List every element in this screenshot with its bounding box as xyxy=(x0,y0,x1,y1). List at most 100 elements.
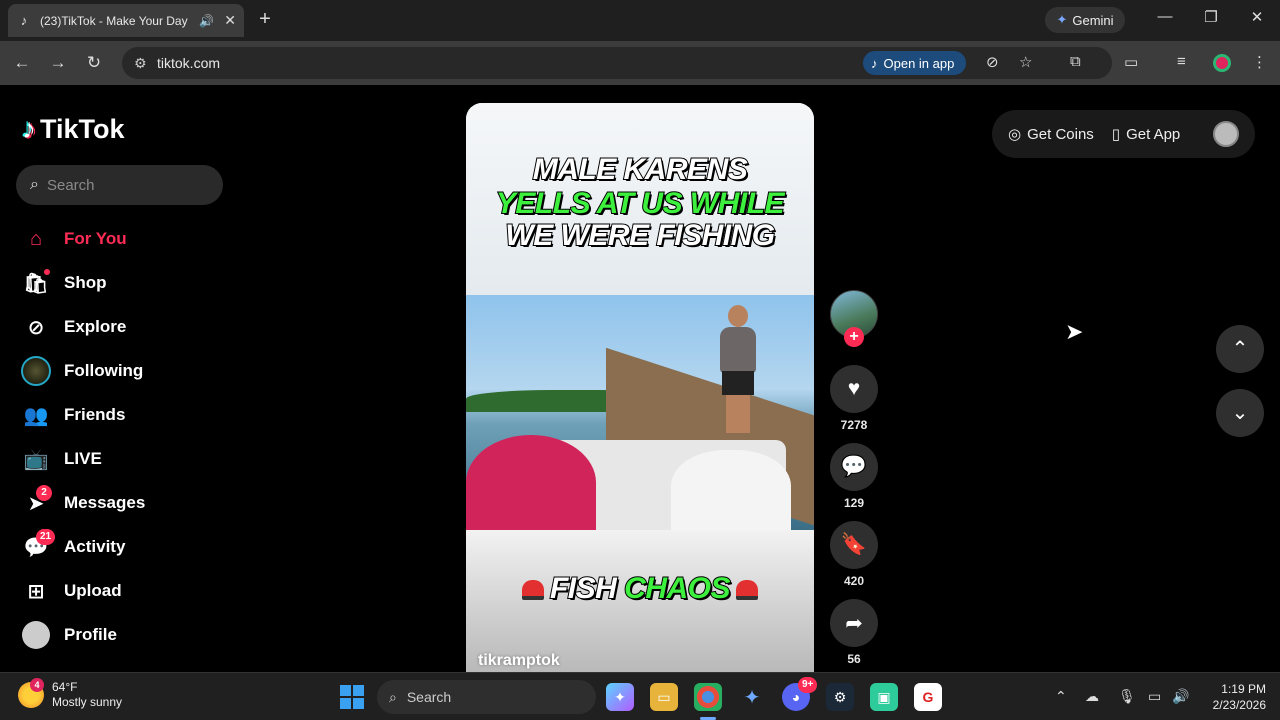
search-icon: ⌕ xyxy=(389,688,397,705)
sidebar-item-profile[interactable]: Profile xyxy=(20,613,145,657)
activity-icon: 💬 21 xyxy=(20,529,56,563)
gemini-button[interactable]: ✦ Gemini xyxy=(1045,7,1125,33)
sidebar-item-label: Shop xyxy=(64,273,107,292)
weather-condition: Mostly sunny xyxy=(52,695,123,709)
forward-icon[interactable]: → xyxy=(47,52,69,74)
sidebar-item-label: Following xyxy=(64,361,144,380)
network-icon[interactable]: ▭ xyxy=(1148,688,1161,705)
phone-icon: ▯ xyxy=(1111,126,1121,143)
eye-slash-icon[interactable]: ⊘ xyxy=(986,53,999,71)
shop-notification-dot xyxy=(44,269,50,275)
sidebar-item-for-you[interactable]: ⌂ For You xyxy=(20,217,145,261)
app-g-icon[interactable]: G xyxy=(914,683,942,711)
windows-start-icon[interactable] xyxy=(340,685,364,709)
next-video-button[interactable]: ⌄ xyxy=(1216,389,1264,437)
browser-profile-avatar[interactable] xyxy=(1213,54,1231,72)
previous-video-button[interactable]: ⌃ xyxy=(1216,325,1264,373)
tiktok-note-icon: ♪ xyxy=(22,113,36,144)
close-window-icon[interactable]: ✕ xyxy=(1242,8,1272,26)
get-app-button[interactable]: ▯ Get App xyxy=(1111,125,1181,144)
user-avatar[interactable] xyxy=(1213,121,1239,147)
media-control-icon[interactable]: ≡ xyxy=(1177,53,1186,70)
speaker-icon[interactable]: 🔊 xyxy=(199,14,214,28)
open-in-app-button[interactable]: ♪ Open in app xyxy=(863,51,967,75)
taskbar-search[interactable]: ⌕ Search xyxy=(377,680,596,714)
address-bar[interactable]: ⚙ tiktok.com ♪ Open in app ⊘ ☆ xyxy=(122,47,1112,79)
bookmark-star-icon[interactable]: ☆ xyxy=(1019,53,1032,71)
follow-button[interactable]: + xyxy=(844,327,864,347)
discord-icon[interactable]: ◕ 9+ xyxy=(782,677,818,711)
back-icon[interactable]: ← xyxy=(11,52,33,74)
weather-temperature: 64°F xyxy=(52,680,78,694)
restore-icon[interactable]: ❐ xyxy=(1196,8,1226,26)
like-action[interactable]: ♥ 7278 xyxy=(830,365,878,432)
video-player[interactable]: MALE KARENS YELLS AT US WHILE WE WERE FI… xyxy=(466,103,814,672)
file-explorer-icon[interactable]: ▭ xyxy=(650,683,678,711)
chrome-icon[interactable] xyxy=(694,683,722,711)
gemini-app-icon[interactable]: ✦ xyxy=(738,683,766,711)
gemini-label: Gemini xyxy=(1072,12,1114,28)
following-avatar xyxy=(20,355,52,387)
taskbar-clock[interactable]: 1:19 PM 2/23/2026 xyxy=(1200,681,1266,713)
gemini-sparkle-icon: ✦ xyxy=(1056,12,1068,27)
copilot-icon[interactable]: ✦ xyxy=(606,683,634,711)
site-info-icon[interactable]: ⚙ xyxy=(134,55,147,72)
search-icon: ⌕ xyxy=(30,176,39,193)
tiktok-app-icon: ♪ xyxy=(871,55,878,71)
comment-icon[interactable]: 💬 xyxy=(830,443,878,491)
video-author[interactable]: tikramptok xyxy=(478,652,560,670)
caption-line-2: YELLS AT US WHILE xyxy=(495,186,786,221)
sidebar-item-label: Friends xyxy=(64,405,126,424)
microphone-icon[interactable]: 🎙 xyxy=(1118,688,1136,705)
game-app-icon[interactable]: ▣ xyxy=(870,683,898,711)
sidebar-item-shop[interactable]: 🛍 Shop xyxy=(20,261,145,305)
sidebar-item-label: Activity xyxy=(64,537,126,556)
heart-icon[interactable]: ♥ xyxy=(830,365,878,413)
compass-icon: ⊘ xyxy=(27,316,45,339)
live-icon: 📺 xyxy=(23,448,49,471)
sidebar-item-activity[interactable]: 💬 21 Activity xyxy=(20,525,145,569)
sidebar-item-live[interactable]: 📺 LIVE xyxy=(20,437,145,481)
sidebar-item-friends[interactable]: 👥 Friends xyxy=(20,393,145,437)
logo-text: TikTok xyxy=(40,113,125,144)
sidebar-item-label: LIVE xyxy=(64,449,102,468)
sidebar-item-label: Explore xyxy=(64,317,127,336)
video-caption-panel: MALE KARENS YELLS AT US WHILE WE WERE FI… xyxy=(466,103,814,295)
search-input[interactable]: ⌕ Search xyxy=(16,165,223,205)
windows-taskbar: 4 64°F Mostly sunny ⌕ Search ✦ ▭ ✦ ◕ 9+ … xyxy=(0,672,1280,720)
activity-badge: 21 xyxy=(36,529,56,545)
volume-icon[interactable]: 🔊 xyxy=(1172,688,1189,705)
bookmark-icon[interactable]: 🔖 xyxy=(830,521,878,569)
menu-kebab-icon[interactable]: ⋮ xyxy=(1252,53,1267,71)
comment-action[interactable]: 💬 129 xyxy=(830,443,878,510)
steam-icon[interactable]: ⚙ xyxy=(826,683,854,711)
browser-tab[interactable]: ♪ (23)TikTok - Make Your Day 🔊 ✕ xyxy=(8,4,244,37)
profile-avatar xyxy=(20,619,52,651)
get-app-label: Get App xyxy=(1126,125,1181,143)
clock-time: 1:19 PM xyxy=(1221,682,1266,696)
tiktok-logo[interactable]: ♪ TikTok xyxy=(22,113,125,145)
weather-widget[interactable]: 4 64°F Mostly sunny xyxy=(18,678,123,710)
get-coins-label: Get Coins xyxy=(1027,125,1094,143)
sidebar-item-explore[interactable]: ⊘ Explore xyxy=(20,305,145,349)
tray-overflow-icon[interactable]: ⌃ xyxy=(1055,688,1067,705)
share-icon[interactable]: ➦ xyxy=(830,599,878,647)
get-coins-button[interactable]: ◎ Get Coins xyxy=(1008,125,1094,144)
comment-count: 129 xyxy=(843,496,865,510)
siren-icon xyxy=(736,580,759,601)
tab-search-icon[interactable]: ▭ xyxy=(1124,53,1138,71)
extensions-icon[interactable]: ⧉ xyxy=(1070,53,1081,70)
home-icon: ⌂ xyxy=(29,227,43,250)
messages-badge: 2 xyxy=(36,485,52,501)
share-action[interactable]: ➦ 56 xyxy=(830,599,878,666)
close-tab-icon[interactable]: ✕ xyxy=(224,12,236,29)
save-action[interactable]: 🔖 420 xyxy=(830,521,878,588)
new-tab-button[interactable]: + xyxy=(254,8,276,30)
sidebar-item-following[interactable]: Following xyxy=(20,349,145,393)
minimize-icon[interactable]: — xyxy=(1150,8,1180,25)
sidebar-item-messages[interactable]: ➤ 2 Messages xyxy=(20,481,145,525)
reload-icon[interactable]: ↻ xyxy=(83,52,105,74)
tray-app-icon[interactable]: ☁ xyxy=(1085,688,1099,705)
url-text: tiktok.com xyxy=(157,55,221,71)
sidebar-item-upload[interactable]: ⊞ Upload xyxy=(20,569,145,613)
